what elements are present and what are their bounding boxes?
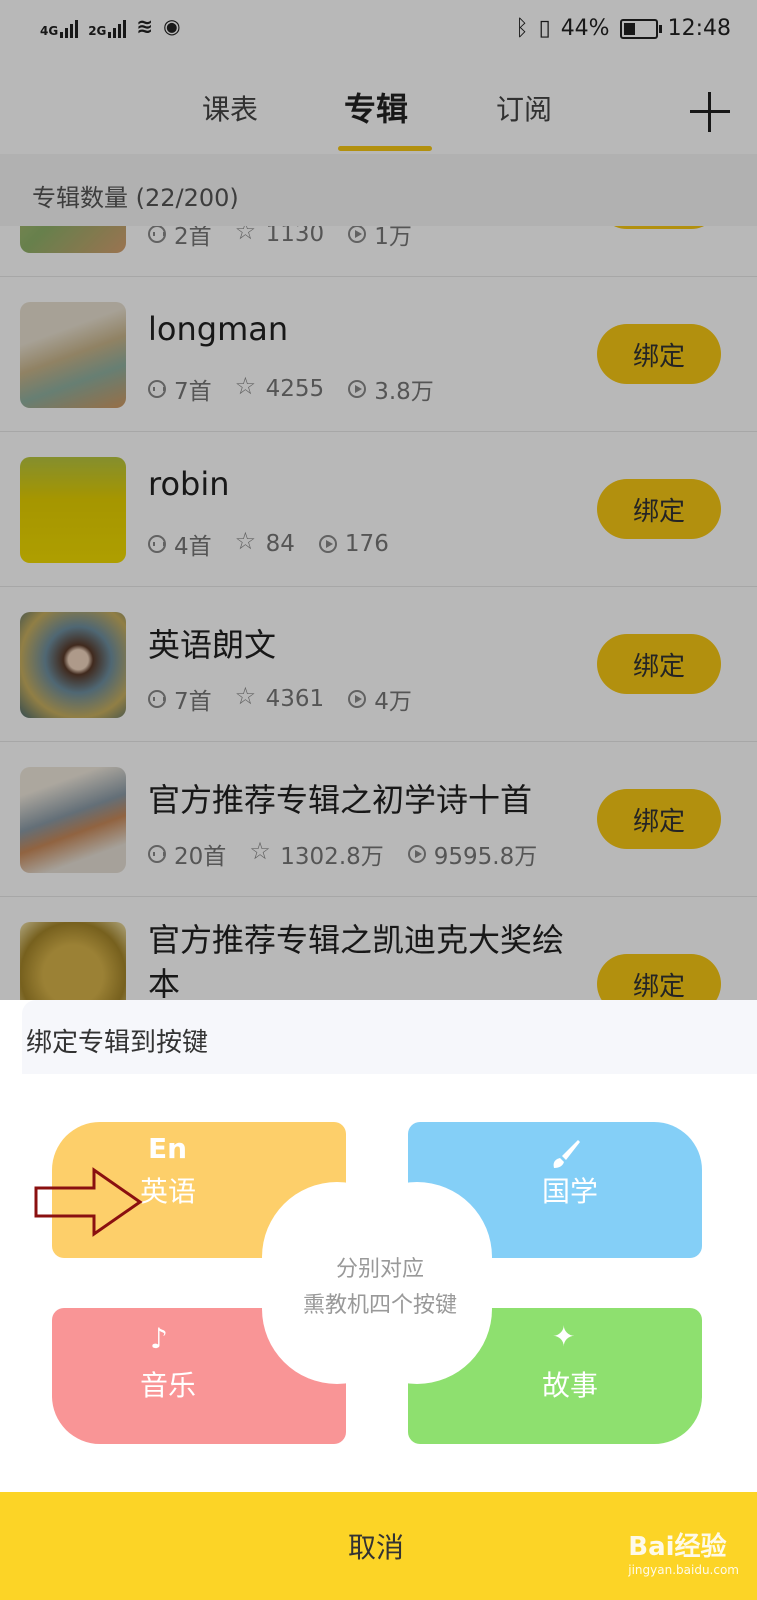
modal-backdrop[interactable]	[0, 0, 757, 1000]
key-guoxue-label: 国学	[542, 1175, 599, 1208]
key-story-label: 故事	[542, 1369, 599, 1402]
watermark-logo: Bai经验 jingyan.baidu.com	[628, 1526, 739, 1577]
music-note-icon: ♪	[150, 1322, 168, 1355]
sheet-title: 绑定专辑到按键	[26, 1028, 209, 1058]
watermark-sub: jingyan.baidu.com	[628, 1563, 739, 1577]
key-hint-line2: 熏教机四个按键	[302, 1293, 457, 1318]
brush-icon	[553, 1140, 580, 1168]
key-hint-line1: 分别对应	[335, 1257, 424, 1282]
magic-wand-icon: ✦	[552, 1320, 576, 1353]
key-story[interactable]: ✦ 故事	[342, 1234, 702, 1444]
key-english-label: 英语	[140, 1175, 197, 1208]
key-music-label: 音乐	[140, 1369, 197, 1402]
en-icon: En	[148, 1132, 188, 1165]
sheet-header: 绑定专辑到按键	[22, 1000, 757, 1074]
watermark-text: Bai经验	[628, 1532, 727, 1562]
arrow-icon	[34, 1167, 143, 1237]
key-music[interactable]: ♪ 音乐	[52, 1234, 412, 1444]
key-guoxue[interactable]: 国学	[342, 1122, 702, 1332]
cancel-label: 取消	[348, 1531, 405, 1564]
key-hint: 分别对应 熏教机四个按键	[260, 1252, 500, 1324]
